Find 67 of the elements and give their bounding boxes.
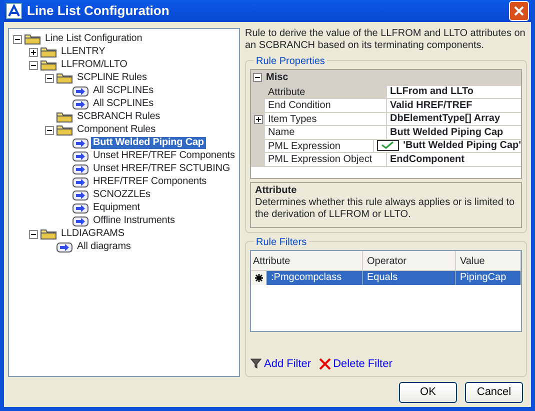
- tree-item[interactable]: LLFROM/LLTO: [59, 59, 130, 71]
- collapse-icon[interactable]: [29, 60, 38, 70]
- property-name[interactable]: Item Types: [265, 112, 387, 126]
- tree-item[interactable]: SCPLINE Rules: [75, 72, 149, 84]
- delete-icon: [319, 358, 332, 370]
- property-value[interactable]: Valid HREF/TREF: [390, 98, 472, 112]
- expand-icon[interactable]: [29, 48, 38, 56]
- property-value[interactable]: LLFrom and LLTo: [390, 85, 474, 98]
- folder-icon: [56, 124, 73, 136]
- folder-icon: [56, 111, 73, 123]
- folder-icon: [24, 33, 41, 45]
- tree-item[interactable]: Unset HREF/TREF SCTUBING: [91, 163, 232, 175]
- tree-item[interactable]: LLDIAGRAMS: [59, 228, 126, 240]
- app-icon: [6, 2, 22, 19]
- property-name[interactable]: PML Expression: [265, 140, 374, 153]
- tree-item[interactable]: Butt Welded Piping Cap: [91, 137, 206, 149]
- folder-icon: [40, 59, 57, 71]
- column-header[interactable]: Operator: [363, 250, 456, 270]
- row-gutter: [251, 153, 265, 166]
- tree-item[interactable]: Unset HREF/TREF Components: [91, 150, 237, 162]
- add-filter-link[interactable]: Add Filter: [250, 356, 312, 372]
- window-title: Line List Configuration: [27, 2, 170, 20]
- category-label: Misc: [266, 71, 288, 85]
- tree-item[interactable]: HREF/TREF Components: [91, 176, 209, 188]
- group-title: Rule Properties: [254, 54, 327, 68]
- property-value[interactable]: Butt Welded Piping Cap: [390, 126, 504, 139]
- collapse-icon[interactable]: [29, 230, 38, 238]
- tree-item[interactable]: LLENTRY: [59, 46, 108, 58]
- property-name[interactable]: PML Expression Object: [265, 153, 387, 166]
- tree-item[interactable]: SCNOZZLEs: [91, 189, 152, 201]
- collapse-icon[interactable]: [13, 34, 22, 44]
- property-value[interactable]: EndComponent: [390, 152, 464, 166]
- funnel-icon: [250, 358, 262, 370]
- collapse-icon[interactable]: [253, 73, 262, 82]
- property-value[interactable]: DbElementType[] Array: [390, 112, 500, 126]
- help-title: Attribute: [255, 184, 298, 196]
- dialog-button[interactable]: OK: [399, 382, 457, 403]
- table-cell: :Pmgcompclass: [267, 270, 363, 284]
- folder-icon: [40, 228, 57, 240]
- tree-item[interactable]: All diagrams: [75, 241, 133, 253]
- table-cell: Equals: [363, 270, 456, 284]
- close-icon: [514, 6, 524, 16]
- folder-icon: [56, 72, 73, 84]
- description-text: Rule to derive the value of the LLFROM and LLTO attributes on an SCBRANCH based on its terminating components.: [245, 28, 526, 52]
- property-value[interactable]: 'Butt Welded Piping Cap': [403, 139, 521, 152]
- tree-item[interactable]: Component Rules: [75, 124, 158, 136]
- tree-item[interactable]: Line List Configuration: [43, 33, 144, 45]
- tree-item[interactable]: All SCPLINEs: [91, 98, 156, 110]
- column-header[interactable]: Value: [456, 250, 521, 270]
- expand-icon[interactable]: [254, 114, 262, 124]
- tree-item[interactable]: All SCPLINEs: [91, 85, 156, 97]
- tree-item[interactable]: Equipment: [91, 202, 142, 214]
- asterisk-icon: [254, 272, 264, 282]
- dialog-button[interactable]: Cancel: [465, 382, 523, 403]
- property-name[interactable]: Attribute: [265, 86, 387, 99]
- collapse-icon[interactable]: [45, 74, 54, 82]
- help-text: Determines whether this rule always applies or is limited to the derivation of LLFROM or LLTO.: [255, 196, 516, 220]
- tree-item[interactable]: SCBRANCH Rules: [75, 111, 162, 123]
- collapse-icon[interactable]: [45, 126, 54, 134]
- property-name[interactable]: Name: [265, 126, 387, 140]
- tree-item[interactable]: Offline Instruments: [91, 215, 177, 227]
- table-cell: PipingCap: [456, 270, 521, 284]
- delete-filter-link[interactable]: Delete Filter: [319, 356, 392, 372]
- property-name[interactable]: End Condition: [265, 99, 387, 112]
- close-button[interactable]: [509, 0, 529, 21]
- column-header[interactable]: Attribute: [251, 250, 363, 270]
- folder-icon: [40, 46, 57, 58]
